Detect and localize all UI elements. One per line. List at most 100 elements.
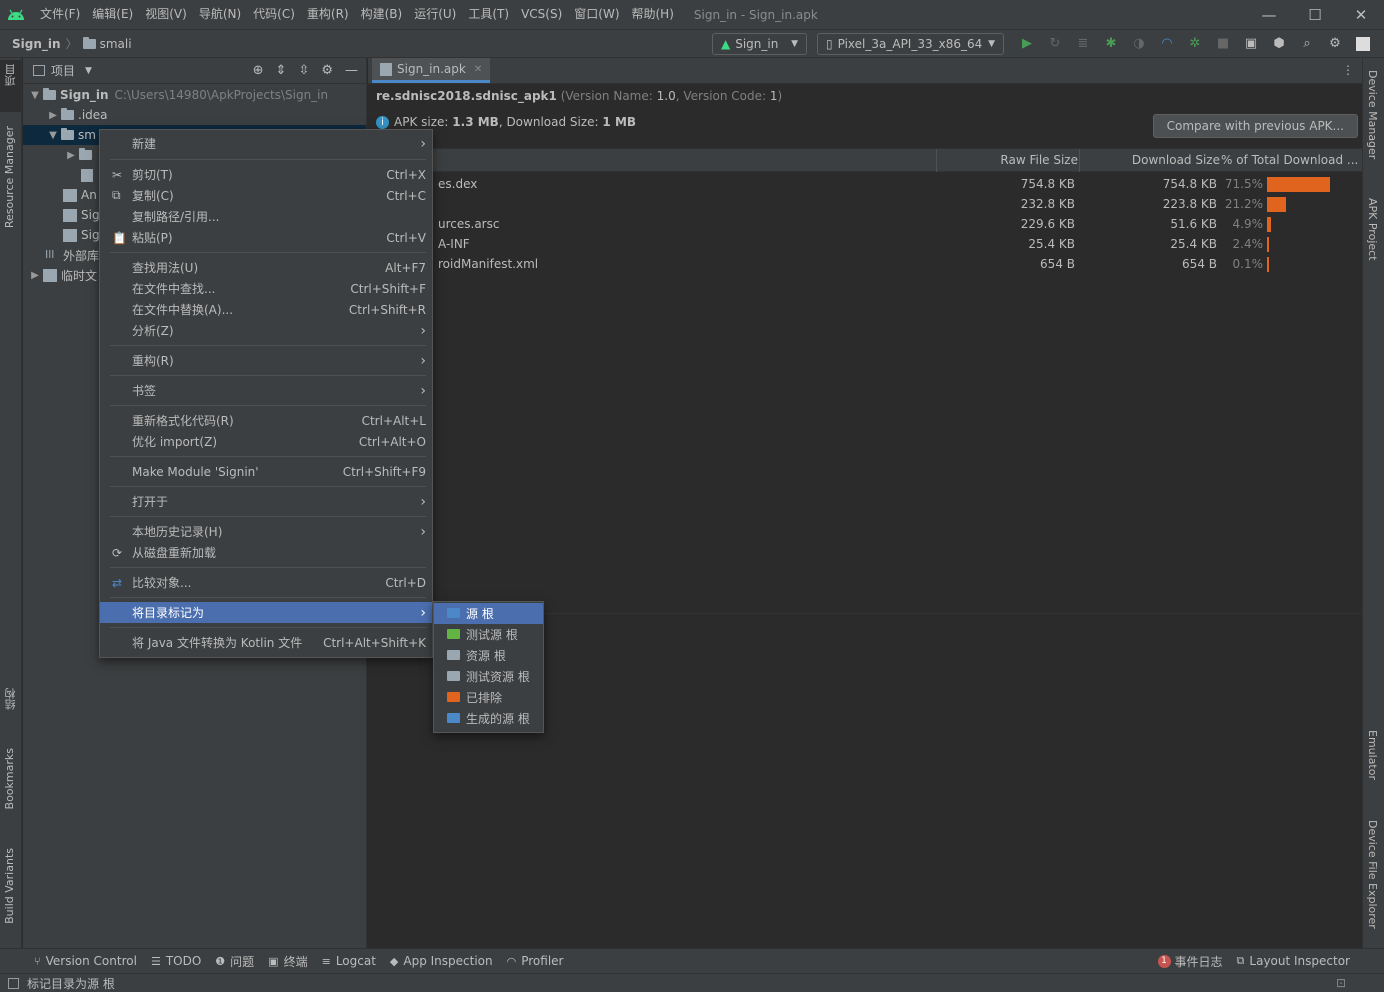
device-select[interactable]: ▯ Pixel_3a_API_33_x86_64 ▼ — [817, 32, 1004, 55]
menu-item-0[interactable]: 文件(F) — [34, 0, 86, 29]
context-menu-item[interactable]: 在文件中替换(A)... Ctrl+Shift+R — [100, 299, 432, 320]
table-row[interactable]: A-INF 25.4 KB 25.4 KB 2.4% — [368, 234, 1362, 254]
context-menu-item[interactable]: ⟳ 从磁盘重新加载 — [100, 542, 432, 563]
context-menu-item[interactable]: 将 Java 文件转换为 Kotlin 文件 Ctrl+Alt+Shift+K — [100, 632, 432, 653]
tool-window-button[interactable]: ⑂ Version Control — [34, 954, 137, 968]
tool-window-button[interactable]: ▣ 终端 — [268, 953, 307, 970]
attach-debugger-icon[interactable]: ✲ — [1182, 33, 1208, 55]
table-row[interactable]: urces.arsc 229.6 KB 51.6 KB 4.9% — [368, 214, 1362, 234]
tab-sign-in-apk[interactable]: Sign_in.apk ✕ — [372, 58, 491, 83]
menu-item-9[interactable]: VCS(S) — [515, 0, 568, 29]
column-raw-size[interactable]: Raw File Size — [1000, 153, 1078, 167]
table-row[interactable]: roidManifest.xml 654 B 654 B 0.1% — [368, 254, 1362, 274]
layout-inspector-button[interactable]: ⧉ Layout Inspector — [1237, 954, 1350, 968]
expand-all-icon[interactable]: ⇕ — [276, 63, 287, 78]
coverage-icon[interactable]: ◑ — [1126, 33, 1152, 55]
context-menu-item[interactable]: 优化 import(Z) Ctrl+Alt+O — [100, 431, 432, 452]
context-menu-item[interactable]: 新建 › — [100, 133, 432, 154]
column-download-size[interactable]: Download Size — [1132, 153, 1220, 167]
tool-window-button[interactable]: ◠ Profiler — [507, 954, 564, 968]
gear-icon[interactable]: ⚙ — [321, 63, 333, 78]
tree-row-idea[interactable]: ▶ .idea — [23, 105, 366, 125]
collapse-all-icon[interactable]: ⇳ — [298, 63, 309, 78]
context-menu-item[interactable]: ✂ 剪切(T) Ctrl+X — [100, 164, 432, 185]
tool-window-button[interactable]: ❶ 问题 — [215, 953, 254, 970]
menu-item-5[interactable]: 重构(R) — [301, 0, 355, 29]
table-row[interactable]: 232.8 KB 223.8 KB 21.2% — [368, 194, 1362, 214]
search-icon[interactable]: ⌕ — [1294, 33, 1320, 55]
submenu-item[interactable]: 资源 根 — [434, 645, 543, 666]
tree-row-root[interactable]: ▼ Sign_in C:\Users\14980\ApkProjects\Sig… — [23, 85, 366, 105]
run-icon[interactable]: ▶ — [1014, 33, 1040, 55]
menu-item-8[interactable]: 工具(T) — [462, 0, 515, 29]
context-menu-item[interactable]: 在文件中查找... Ctrl+Shift+F — [100, 278, 432, 299]
context-menu-item[interactable]: 重构(R) › — [100, 350, 432, 371]
submenu-item[interactable]: 已排除 — [434, 687, 543, 708]
menu-item-4[interactable]: 代码(C) — [247, 0, 301, 29]
build-variants-tool-tab[interactable]: Build Variants — [3, 848, 16, 924]
project-panel-title[interactable]: 项目 — [51, 62, 75, 79]
device-manager-tool-tab[interactable]: Device Manager — [1366, 70, 1379, 159]
context-menu-item[interactable]: ⇄ 比较对象... Ctrl+D — [100, 572, 432, 593]
context-menu-item[interactable]: 书签 › — [100, 380, 432, 401]
menu-item-6[interactable]: 构建(B) — [355, 0, 409, 29]
context-menu-item[interactable]: Make Module 'Signin' Ctrl+Shift+F9 — [100, 461, 432, 482]
bookmarks-tool-tab[interactable]: Bookmarks — [3, 748, 16, 809]
submenu-item[interactable]: 测试资源 根 — [434, 666, 543, 687]
emulator-tool-tab[interactable]: Emulator — [1366, 730, 1379, 780]
apply-changes-icon[interactable]: ↻ — [1042, 33, 1068, 55]
apk-project-tool-tab[interactable]: APK Project — [1366, 198, 1379, 261]
resource-manager-tool-tab[interactable]: Resource Manager — [3, 126, 16, 228]
minimize-icon[interactable]: — — [1246, 0, 1292, 29]
menu-item-11[interactable]: 帮助(H) — [626, 0, 680, 29]
submenu-item[interactable]: 源 根 — [434, 603, 543, 624]
menu-item-2[interactable]: 视图(V) — [139, 0, 193, 29]
menu-item-7[interactable]: 运行(U) — [408, 0, 462, 29]
maximize-icon[interactable]: ☐ — [1292, 0, 1338, 29]
column-percent[interactable]: % of Total Download ... — [1221, 153, 1358, 167]
tool-window-button[interactable]: ≡ Logcat — [322, 954, 376, 968]
structure-tool-tab[interactable]: 结构 — [3, 688, 19, 710]
table-row[interactable]: es.dex 754.8 KB 754.8 KB 71.5% — [368, 174, 1362, 194]
menu-item-3[interactable]: 导航(N) — [193, 0, 247, 29]
memory-indicator-icon[interactable]: ⊡ — [1336, 976, 1346, 990]
run-config-select[interactable]: ▲ Sign_in ▼ — [712, 32, 807, 55]
menu-item-1[interactable]: 编辑(E) — [86, 0, 139, 29]
project-tool-tab[interactable]: 项目 — [3, 64, 19, 86]
context-menu-item[interactable]: 本地历史记录(H) › — [100, 521, 432, 542]
context-menu-item[interactable]: 复制路径/引用... — [100, 206, 432, 227]
context-menu-item[interactable]: 查找用法(U) Alt+F7 — [100, 257, 432, 278]
stop-icon[interactable]: ■ — [1210, 33, 1236, 55]
menu-item-10[interactable]: 窗口(W) — [568, 0, 625, 29]
context-menu-item[interactable]: 📋 粘贴(P) Ctrl+V — [100, 227, 432, 248]
profile-icon[interactable]: ◠ — [1154, 33, 1180, 55]
context-menu-item[interactable]: 重新格式化代码(R) Ctrl+Alt+L — [100, 410, 432, 431]
hide-icon[interactable]: — — [345, 63, 358, 78]
close-icon[interactable]: ✕ — [1338, 0, 1384, 29]
event-log-button[interactable]: 1 事件日志 — [1157, 953, 1223, 970]
submenu-item[interactable]: 生成的源 根 — [434, 708, 543, 729]
sdk-manager-icon[interactable]: ⬢ — [1266, 33, 1292, 55]
apply-code-changes-icon[interactable]: ≣ — [1070, 33, 1096, 55]
tool-window-button[interactable]: ◆ App Inspection — [390, 954, 493, 968]
locate-icon[interactable]: ⊕ — [253, 63, 264, 78]
breadcrumb-folder[interactable]: smali — [100, 37, 132, 51]
context-menu-item[interactable]: 将目录标记为 › — [100, 602, 432, 623]
context-menu-item[interactable]: ⧉ 复制(C) Ctrl+C — [100, 185, 432, 206]
folder-icon — [82, 36, 96, 49]
context-menu-item[interactable]: 分析(Z) › — [100, 320, 432, 341]
avatar-icon[interactable] — [1350, 33, 1376, 55]
toggle-tool-windows-icon[interactable] — [8, 977, 19, 989]
device-manager-icon[interactable]: ▣ — [1238, 33, 1264, 55]
more-icon[interactable]: ⋮ — [1342, 63, 1354, 77]
breadcrumb-project[interactable]: Sign_in — [0, 37, 61, 51]
context-menu-item[interactable]: 打开于 › — [100, 491, 432, 512]
device-file-explorer-tool-tab[interactable]: Device File Explorer — [1366, 820, 1379, 929]
compare-apk-button[interactable]: Compare with previous APK... — [1152, 114, 1358, 138]
tool-window-button[interactable]: ☰ TODO — [151, 954, 201, 968]
gear-icon[interactable]: ⚙ — [1322, 33, 1348, 55]
chevron-down-icon[interactable]: ▼ — [85, 66, 92, 76]
debug-icon[interactable]: ✱ — [1098, 33, 1124, 55]
submenu-item[interactable]: 测试源 根 — [434, 624, 543, 645]
close-tab-icon[interactable]: ✕ — [474, 64, 482, 75]
